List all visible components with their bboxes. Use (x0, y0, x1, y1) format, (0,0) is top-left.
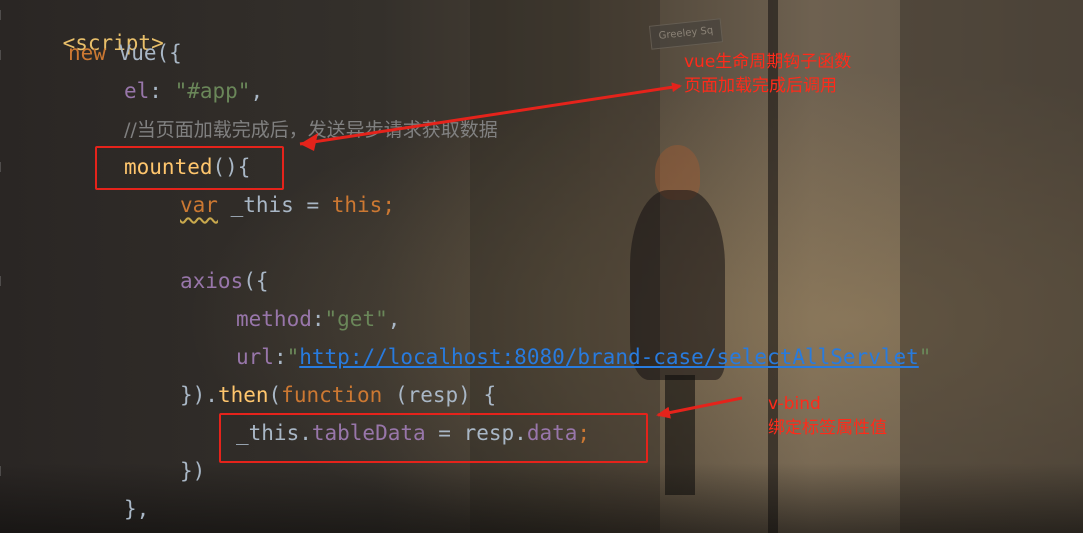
arrow-to-tabledata (656, 396, 743, 419)
arrow-to-mounted (299, 82, 682, 146)
arrowhead-mounted (300, 133, 318, 151)
annotation-arrows (299, 82, 743, 419)
annotation-v-bind: v-bind 绑定标签属性值 (768, 394, 887, 438)
annotation-lifecycle-hook: vue生命周期钩子函数 页面加载完成后调用 (684, 52, 852, 96)
